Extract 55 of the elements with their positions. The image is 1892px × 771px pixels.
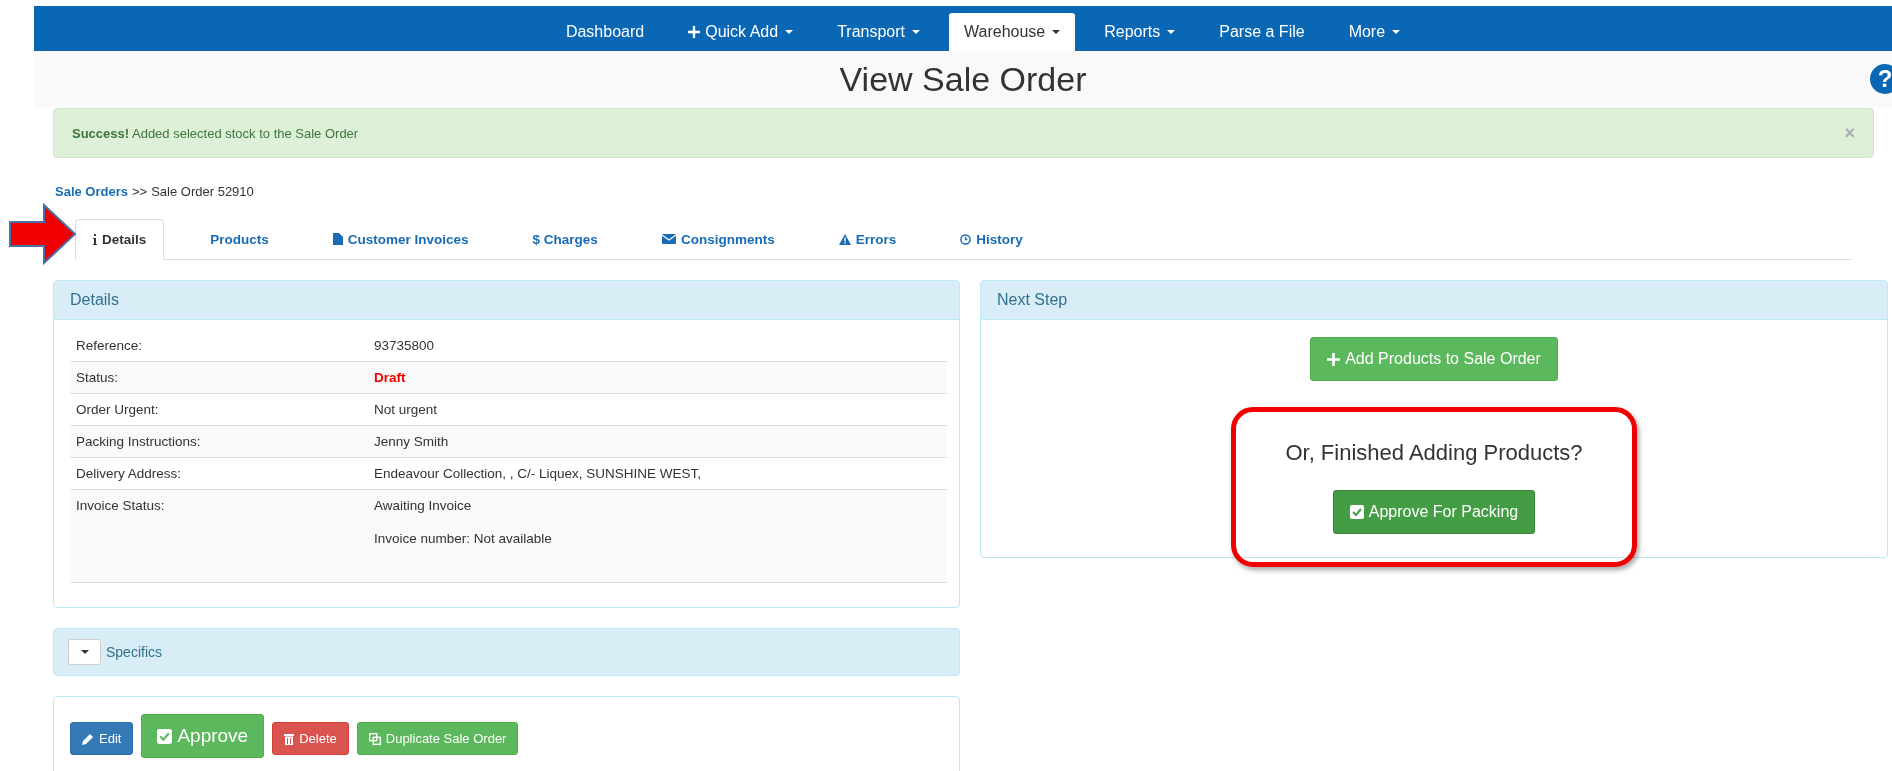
field-value: Jenny Smith	[374, 434, 449, 449]
page-title: View Sale Order	[839, 60, 1087, 99]
panel-heading: Next Step	[981, 281, 1887, 320]
tab[interactable]: Customer Invoices	[314, 219, 487, 259]
plus-icon	[1327, 352, 1341, 366]
clock-icon	[960, 233, 972, 245]
checkbox-icon	[157, 728, 173, 744]
info-icon	[93, 234, 97, 245]
help-icon[interactable]: ?	[1870, 64, 1892, 94]
action-button[interactable]: Delete	[272, 722, 349, 755]
field-label: Status:	[76, 370, 120, 385]
nav-link[interactable]: Transport	[822, 13, 935, 51]
trash-icon	[284, 732, 295, 745]
field-value: Invoice number: Not available	[374, 531, 552, 546]
tab[interactable]: History	[942, 219, 1041, 259]
pointer-arrow	[8, 202, 78, 266]
file-icon	[332, 233, 343, 245]
field-label: Order Urgent:	[76, 402, 160, 417]
field-label: Reference:	[76, 338, 144, 353]
nav-link[interactable]: More	[1333, 13, 1416, 51]
nav-link[interactable]: Reports	[1089, 13, 1191, 51]
nav-link[interactable]: Quick Add	[673, 13, 809, 51]
alert-message: Success! Added selected stock to the Sale Order	[72, 125, 359, 141]
tab[interactable]: Products	[192, 219, 287, 259]
copy-icon	[368, 732, 381, 745]
tab[interactable]: Details	[75, 219, 165, 260]
checkbox-icon	[1349, 505, 1364, 519]
prompt-text: Or, Finished Adding Products?	[1285, 440, 1583, 466]
field-label: Packing Instructions:	[76, 434, 202, 449]
caret-icon	[80, 650, 89, 654]
action-button[interactable]: Edit	[70, 722, 134, 755]
field-label: Invoice Status:	[76, 498, 166, 515]
nav-link[interactable]: Warehouse	[949, 13, 1076, 51]
nav-link[interactable]: Dashboard	[550, 13, 660, 51]
tab[interactable]: Errors	[820, 219, 915, 259]
panel-heading: Specifics	[106, 644, 163, 660]
field-value: 93735800	[374, 338, 435, 353]
breadcrumb-current: Sale Order 52910	[151, 184, 254, 199]
envelope-icon	[661, 234, 676, 244]
field-value: Draft	[374, 370, 406, 385]
field-value: Not urgent	[374, 402, 438, 417]
breadcrumb-separator: >>	[132, 184, 148, 199]
field-label: Delivery Address:	[76, 466, 183, 481]
nav-link[interactable]: Parse a File	[1204, 13, 1320, 51]
field-value: Awaiting Invoice	[374, 498, 473, 513]
field-value: Endeavour Collection, , C/- Liquex, SUNSHINE WEST,	[374, 466, 702, 481]
pencil-icon	[82, 732, 94, 745]
warning-icon	[838, 233, 851, 245]
panel-heading: Details	[54, 281, 959, 320]
plus-icon	[688, 26, 701, 38]
expand-toggle[interactable]	[68, 639, 101, 665]
tab[interactable]: $ Charges	[514, 219, 616, 259]
approve-packing-button[interactable]: Approve For Packing	[1332, 490, 1536, 534]
tab[interactable]: Consignments	[643, 219, 793, 259]
breadcrumb-link[interactable]: Sale Orders	[55, 184, 128, 199]
